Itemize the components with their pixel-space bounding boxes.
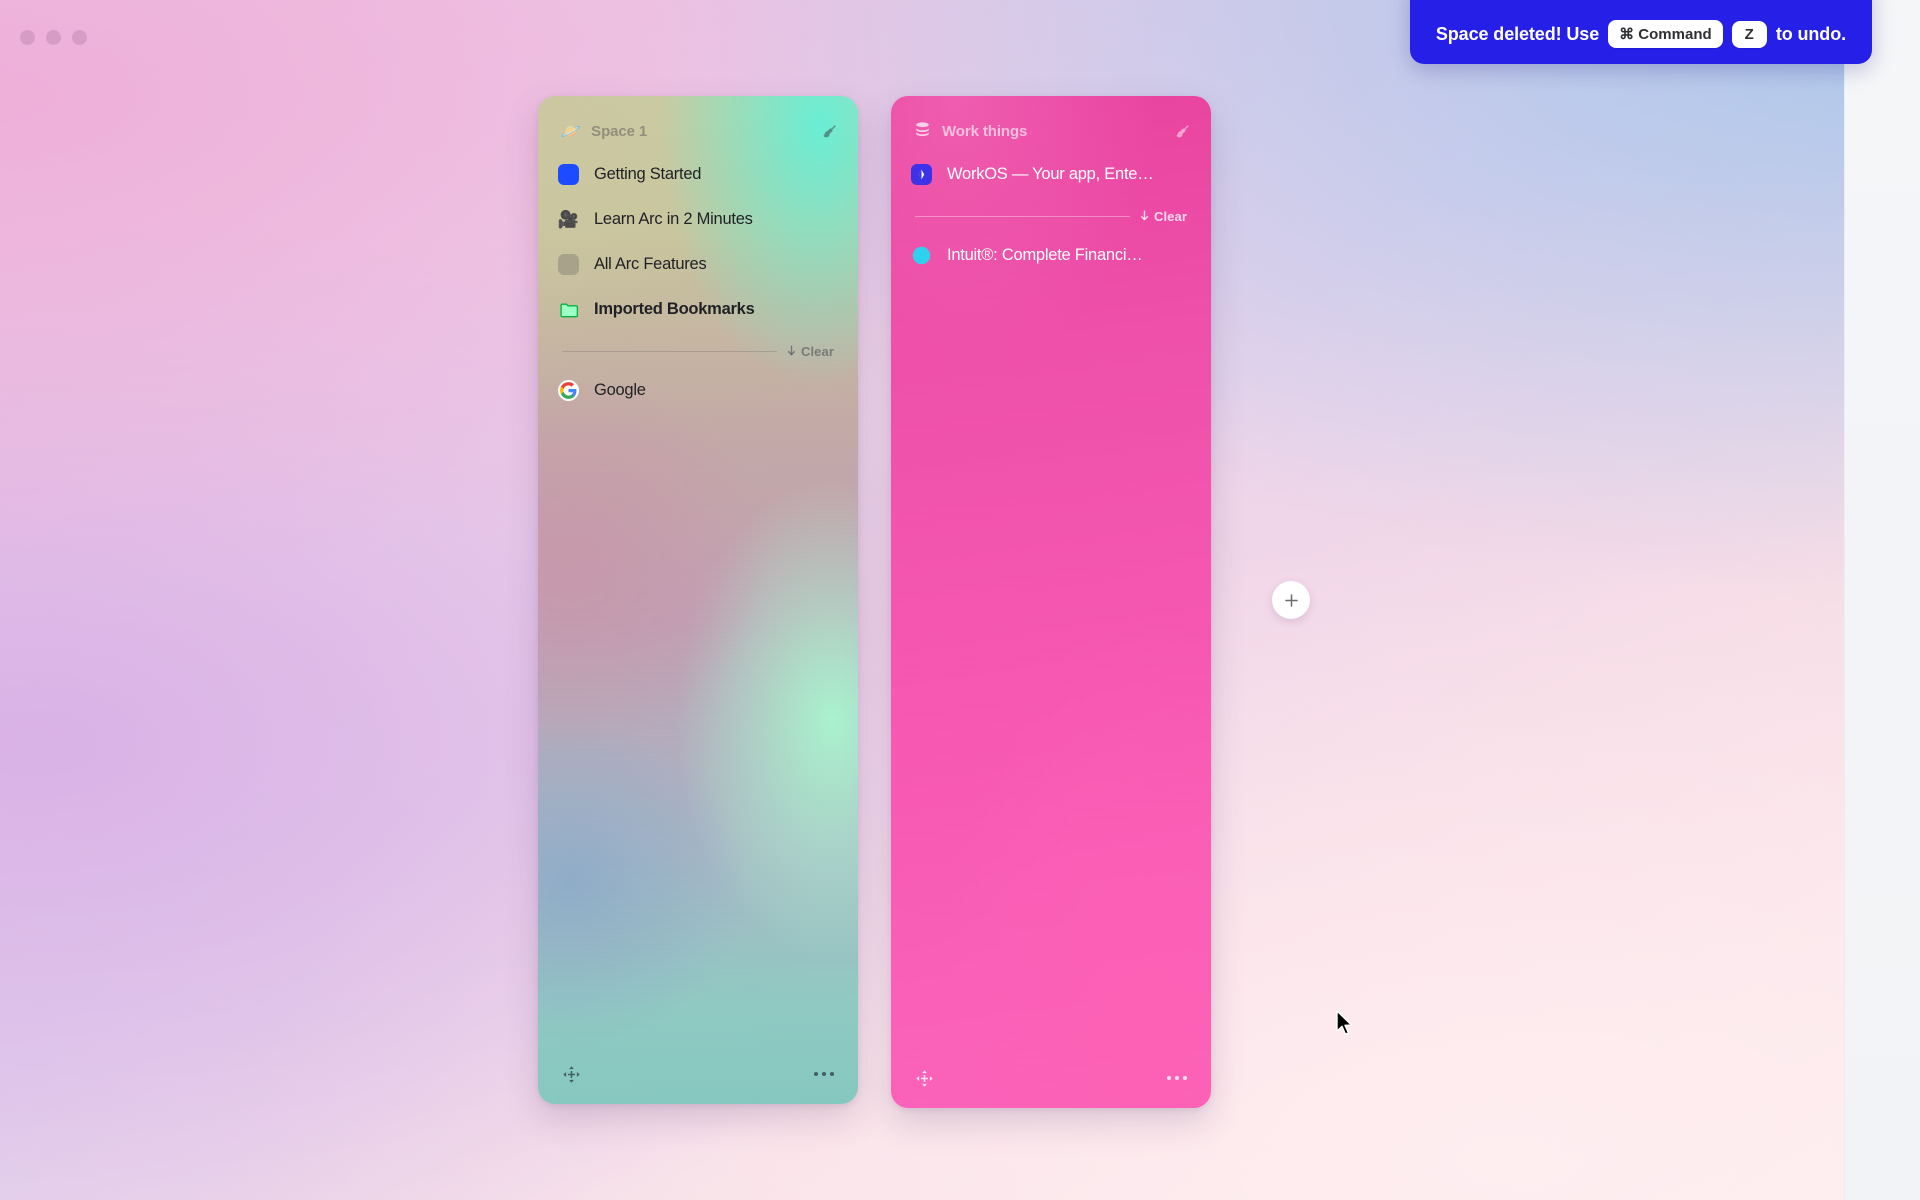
gray-square-icon bbox=[558, 254, 579, 275]
tab-google[interactable]: Google bbox=[548, 368, 848, 413]
web-content-peek-panel[interactable] bbox=[1844, 0, 1920, 1200]
planet-icon: 🪐 bbox=[560, 121, 582, 141]
zoom-window-button[interactable] bbox=[72, 30, 87, 45]
z-key-badge: Z bbox=[1731, 20, 1767, 48]
movie-camera-icon: 🎥 bbox=[557, 210, 580, 229]
close-window-button[interactable] bbox=[20, 30, 35, 45]
mouse-cursor bbox=[1335, 1010, 1355, 1043]
paintbrush-icon[interactable] bbox=[1174, 123, 1191, 140]
space-title-work-things: Work things bbox=[942, 122, 1028, 140]
tab-all-arc-features[interactable]: All Arc Features bbox=[548, 242, 848, 287]
clear-divider-space-1: Clear bbox=[548, 334, 848, 368]
clear-label: Clear bbox=[1153, 208, 1187, 224]
tab-label: Imported Bookmarks bbox=[594, 300, 755, 318]
intuit-icon bbox=[911, 245, 932, 266]
tab-label: All Arc Features bbox=[594, 255, 707, 273]
clear-label: Clear bbox=[800, 343, 834, 359]
arrow-down-icon bbox=[787, 345, 796, 356]
tab-label: WorkOS — Your app, Ente… bbox=[947, 165, 1154, 183]
space-deleted-toast[interactable]: Space deleted! Use ⌘ Command Z to undo. bbox=[1409, 0, 1872, 64]
space-title-space-1: Space 1 bbox=[591, 122, 648, 140]
move-handle-icon[interactable] bbox=[562, 1065, 581, 1084]
green-folder-icon bbox=[558, 299, 579, 320]
workos-icon bbox=[911, 164, 932, 185]
divider-line bbox=[915, 215, 1130, 217]
plus-icon bbox=[1284, 593, 1298, 607]
minimize-window-button[interactable] bbox=[46, 30, 61, 45]
divider-line bbox=[562, 350, 777, 352]
desktop-root: Space deleted! Use ⌘ Command Z to undo. … bbox=[0, 0, 1920, 1200]
paintbrush-icon[interactable] bbox=[821, 123, 838, 140]
add-space-button[interactable] bbox=[1272, 581, 1310, 619]
window-traffic-lights bbox=[20, 30, 87, 45]
tab-label: Intuit®: Complete Financi… bbox=[947, 246, 1143, 264]
space-header-work-things: Work things bbox=[891, 96, 1211, 144]
more-options-icon[interactable] bbox=[1167, 1076, 1187, 1080]
arrow-down-icon bbox=[1140, 210, 1149, 221]
toast-lead-text: Space deleted! Use bbox=[1435, 23, 1600, 44]
tab-intuit[interactable]: Intuit®: Complete Financi… bbox=[901, 233, 1201, 278]
tab-workos[interactable]: WorkOS — Your app, Ente… bbox=[901, 152, 1201, 197]
blue-square-icon bbox=[558, 164, 579, 185]
more-options-icon[interactable] bbox=[814, 1072, 834, 1076]
tab-label: Getting Started bbox=[594, 165, 702, 183]
tab-learn-arc-in-2-minutes[interactable]: 🎥 Learn Arc in 2 Minutes bbox=[548, 197, 848, 242]
tab-label: Learn Arc in 2 Minutes bbox=[594, 210, 753, 228]
space-card-work-things[interactable]: Work things WorkOS — Your app, Ente… Cle… bbox=[891, 96, 1211, 1108]
google-g-icon bbox=[558, 380, 579, 401]
clear-tabs-button[interactable]: Clear bbox=[786, 344, 834, 359]
tab-list-work-things: WorkOS — Your app, Ente… Clear Intuit®: … bbox=[891, 144, 1211, 278]
space-card-space-1[interactable]: 🪐 Space 1 Getting Started 🎥 Learn Arc in… bbox=[538, 96, 858, 1104]
space-footer-space-1 bbox=[538, 1044, 858, 1104]
tab-label: Google bbox=[594, 381, 646, 399]
tab-list-space-1: Getting Started 🎥 Learn Arc in 2 Minutes… bbox=[538, 144, 858, 413]
toast-trail-text: to undo. bbox=[1775, 23, 1846, 44]
stacked-disks-icon bbox=[913, 120, 932, 142]
clear-tabs-button[interactable]: Clear bbox=[1139, 209, 1187, 224]
tab-imported-bookmarks[interactable]: Imported Bookmarks bbox=[548, 287, 848, 332]
space-header-space-1: 🪐 Space 1 bbox=[538, 96, 858, 144]
command-key-badge: ⌘ Command bbox=[1608, 20, 1723, 48]
clear-divider-work-things: Clear bbox=[901, 199, 1201, 233]
tab-getting-started[interactable]: Getting Started bbox=[548, 152, 848, 197]
space-footer-work-things bbox=[891, 1048, 1211, 1108]
move-handle-icon[interactable] bbox=[915, 1069, 934, 1088]
